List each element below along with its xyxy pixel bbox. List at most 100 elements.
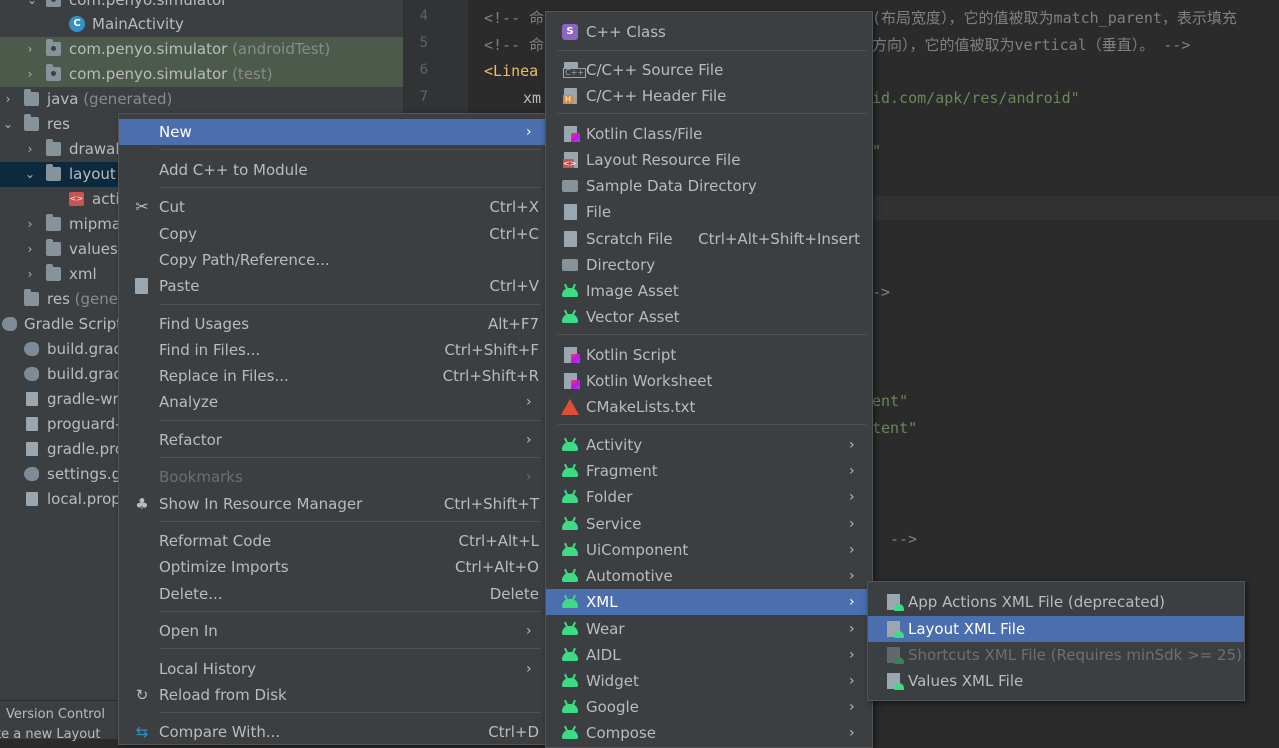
menu-item-reformat-code[interactable]: Reformat Code Ctrl+Alt+L (119, 528, 545, 554)
menu-item-values-xml-file[interactable]: Values XML File (868, 668, 1244, 694)
context-menu: New › Add C++ to Module ✂ Cut Ctrl+X Cop… (118, 113, 548, 745)
menu-item-add-cpp[interactable]: Add C++ to Module (119, 157, 545, 183)
menu-item-layout-xml-file[interactable]: Layout XML File (868, 616, 1244, 642)
version-control-tab[interactable]: Version Control (6, 707, 105, 722)
line-number: 6 (419, 62, 428, 78)
chevron-right-icon[interactable]: › (24, 62, 36, 87)
menu-item-label: Image Asset (586, 282, 679, 300)
menu-item-label: UiComponent (586, 541, 689, 559)
menu-item-vector-asset[interactable]: Vector Asset (546, 304, 870, 330)
menu-item-app-actions-xml[interactable]: App Actions XML File (deprecated) (868, 589, 1244, 615)
chevron-down-icon[interactable]: ⌄ (24, 162, 36, 187)
menu-item-image-asset[interactable]: Image Asset (546, 278, 870, 304)
menu-item-label: Find in Files... (159, 341, 261, 359)
menu-item-delete[interactable]: Delete... Delete (119, 581, 545, 607)
folder-icon (46, 164, 61, 181)
menu-item-scratch-file[interactable]: Scratch File Ctrl+Alt+Shift+Insert (546, 226, 870, 252)
menu-item-shortcut: Ctrl+V (489, 277, 539, 295)
android-icon (562, 468, 578, 477)
chevron-right-icon[interactable]: › (24, 212, 36, 237)
menu-item-find-in-files[interactable]: Find in Files... Ctrl+Shift+F (119, 337, 545, 363)
menu-item-file[interactable]: File (546, 199, 870, 225)
tree-item-label: MainActivity (92, 15, 184, 33)
menu-item-shortcut: Ctrl+C (489, 225, 539, 243)
menu-item-uicomponent[interactable]: UiComponent › (546, 537, 870, 563)
chevron-right-icon[interactable]: › (24, 237, 36, 262)
menu-item-label: Google (586, 698, 639, 716)
menu-item-widget[interactable]: Widget › (546, 668, 870, 694)
menu-item-kotlin-worksheet[interactable]: Kotlin Worksheet (546, 368, 870, 394)
menu-item-sample-data-directory[interactable]: Sample Data Directory (546, 173, 870, 199)
chevron-right-icon: › (526, 661, 532, 677)
tree-item-mainactivity[interactable]: C MainActivity (0, 12, 403, 37)
chevron-right-icon[interactable]: › (24, 262, 36, 287)
resource-manager-icon: ♣ (135, 495, 149, 513)
menu-item-compose[interactable]: Compose › (546, 720, 870, 746)
menu-item-kotlin-script[interactable]: Kotlin Script (546, 342, 870, 368)
menu-item-fragment[interactable]: Fragment › (546, 458, 870, 484)
menu-item-copy[interactable]: Copy Ctrl+C (119, 221, 545, 247)
menu-item-cpp-source-file[interactable]: C/C++ Source File (546, 57, 870, 83)
menu-item-open-in[interactable]: Open In › (119, 618, 545, 644)
tree-item-java-generated[interactable]: › java (generated) (0, 87, 403, 112)
tree-item-label: com.penyo.simulator (test) (69, 65, 273, 83)
menu-item-local-history[interactable]: Local History › (119, 656, 545, 682)
menu-item-replace-in-files[interactable]: Replace in Files... Ctrl+Shift+R (119, 363, 545, 389)
menu-item-analyze[interactable]: Analyze › (119, 389, 545, 415)
line-number: 4 (419, 8, 428, 24)
menu-item-find-usages[interactable]: Find Usages Alt+F7 (119, 311, 545, 337)
chevron-right-icon: › (849, 725, 855, 741)
menu-item-label: New (159, 123, 192, 141)
menu-item-shortcut: Ctrl+Alt+L (458, 532, 540, 550)
menu-item-optimize-imports[interactable]: Optimize Imports Ctrl+Alt+O (119, 554, 545, 580)
menu-item-label: Copy (159, 225, 198, 243)
menu-item-label: Kotlin Class/File (586, 125, 703, 143)
menu-item-copy-path[interactable]: Copy Path/Reference... (119, 247, 545, 273)
menu-separator (159, 420, 541, 421)
menu-item-new[interactable]: New › (119, 119, 545, 145)
menu-separator (558, 424, 866, 425)
menu-item-paste[interactable]: Paste Ctrl+V (119, 273, 545, 299)
chevron-right-icon: › (526, 394, 532, 410)
menu-item-aidl[interactable]: AIDL › (546, 642, 870, 668)
code-string: id.com/apk/res/android" (872, 89, 1080, 107)
menu-item-label: Automotive (586, 567, 673, 585)
menu-item-reload-from-disk[interactable]: ↻ Reload from Disk (119, 682, 545, 708)
menu-separator (159, 149, 541, 150)
menu-item-shortcut: Ctrl+Shift+T (443, 495, 539, 513)
chevron-right-icon[interactable]: › (24, 37, 36, 62)
menu-item-layout-resource-file[interactable]: Layout Resource File (546, 147, 870, 173)
menu-item-activity[interactable]: Activity › (546, 432, 870, 458)
chevron-right-icon: › (849, 673, 855, 689)
tree-item-label: mipma (69, 215, 122, 233)
menu-separator (159, 187, 541, 188)
android-icon (562, 573, 578, 582)
menu-item-folder[interactable]: Folder › (546, 484, 870, 510)
chevron-right-icon[interactable]: › (2, 87, 14, 112)
chevron-right-icon[interactable]: › (24, 137, 36, 162)
menu-item-directory[interactable]: Directory (546, 252, 870, 278)
tree-item-package-androidtest[interactable]: › com.penyo.simulator (androidTest) (0, 37, 403, 62)
menu-item-show-in-resource-manager[interactable]: ♣ Show In Resource Manager Ctrl+Shift+T (119, 491, 545, 517)
menu-item-shortcuts-xml[interactable]: Shortcuts XML File (Requires minSdk >= 2… (868, 642, 1244, 668)
menu-item-wear[interactable]: Wear › (546, 616, 870, 642)
menu-item-cut[interactable]: ✂ Cut Ctrl+X (119, 194, 545, 220)
menu-item-label: Add C++ to Module (159, 161, 308, 179)
menu-separator (159, 611, 541, 612)
chevron-down-icon[interactable]: ⌄ (2, 112, 14, 137)
menu-item-compare-with[interactable]: ⇆ Compare With... Ctrl+D (119, 719, 545, 745)
menu-item-bookmarks[interactable]: Bookmarks › (119, 464, 545, 490)
menu-item-xml[interactable]: XML › (546, 589, 870, 615)
menu-item-automotive[interactable]: Automotive › (546, 563, 870, 589)
menu-item-cpp-class[interactable]: S C++ Class (546, 19, 870, 45)
menu-item-cmakelists[interactable]: CMakeLists.txt (546, 394, 870, 420)
menu-item-label: Replace in Files... (159, 367, 289, 385)
tree-item-package-test[interactable]: › com.penyo.simulator (test) (0, 62, 403, 87)
menu-item-label: Fragment (586, 462, 658, 480)
menu-item-cpp-header-file[interactable]: C/C++ Header File (546, 83, 870, 109)
menu-item-refactor[interactable]: Refactor › (119, 427, 545, 453)
tree-item-label: gradle-wr (47, 390, 119, 408)
menu-item-service[interactable]: Service › (546, 511, 870, 537)
menu-item-kotlin-class[interactable]: Kotlin Class/File (546, 121, 870, 147)
menu-item-google[interactable]: Google › (546, 694, 870, 720)
